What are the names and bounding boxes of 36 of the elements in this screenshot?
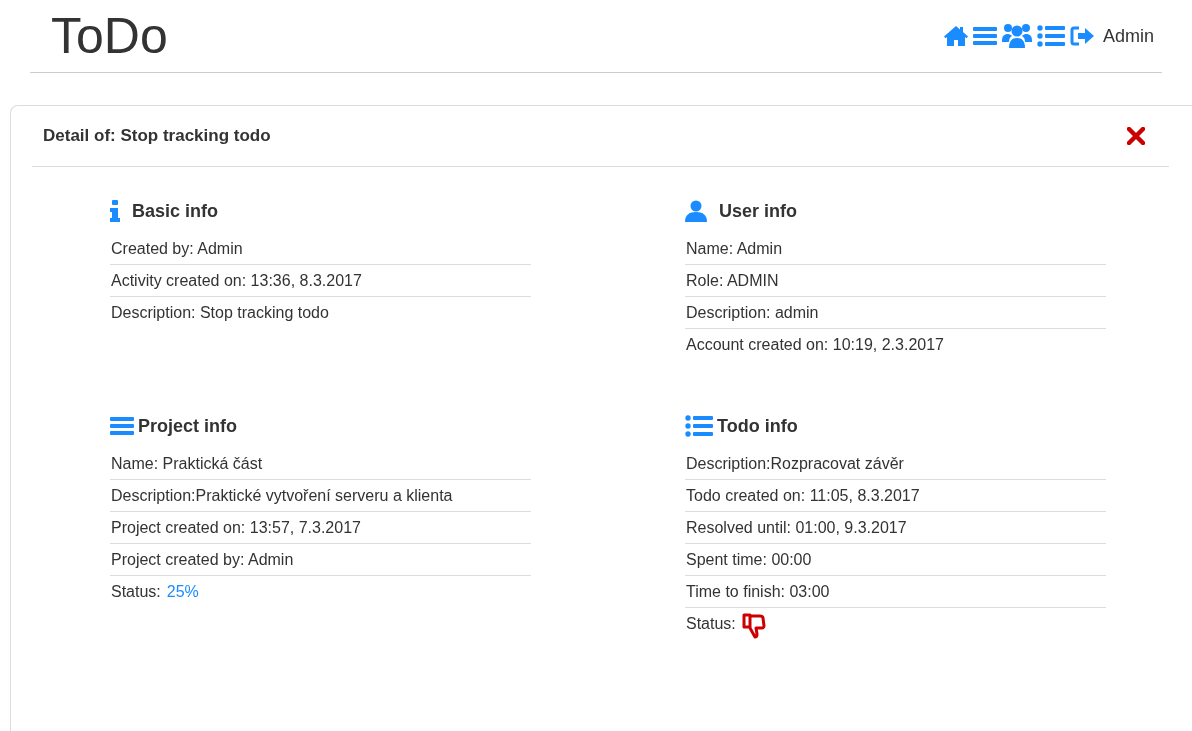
info-text: Name: Praktická část bbox=[111, 454, 263, 473]
info-text: Description: Stop tracking todo bbox=[111, 303, 329, 322]
info-text: Project created on: 13:57, 7.3.2017 bbox=[111, 518, 361, 537]
close-icon[interactable] bbox=[1127, 127, 1145, 145]
status-value: 25% bbox=[166, 582, 199, 601]
info-text: Spent time: 00:00 bbox=[686, 550, 812, 569]
users-icon[interactable] bbox=[1001, 23, 1032, 49]
section-title: Todo info bbox=[717, 415, 798, 437]
list-icon[interactable] bbox=[685, 415, 713, 437]
list-icon[interactable] bbox=[1036, 25, 1065, 47]
info-icon bbox=[110, 200, 120, 222]
info-text: Name: Admin bbox=[686, 239, 783, 258]
info-text: Project created by: Admin bbox=[111, 550, 294, 569]
info-text: Time to finish: 03:00 bbox=[686, 582, 830, 601]
section-title: Basic info bbox=[132, 200, 219, 222]
home-icon[interactable] bbox=[943, 25, 968, 47]
menu-icon[interactable] bbox=[110, 416, 134, 436]
app-title: ToDo bbox=[51, 11, 168, 61]
menu-icon[interactable] bbox=[972, 26, 997, 46]
info-text: Account created on: 10:19, 2.3.2017 bbox=[686, 335, 944, 354]
info-text: Status: bbox=[111, 582, 161, 601]
info-text: Resolved until: 01:00, 9.3.2017 bbox=[686, 518, 907, 537]
info-text: Description:Rozpracovat závěr bbox=[686, 454, 904, 473]
logout-icon[interactable] bbox=[1069, 25, 1094, 47]
info-text: Description:Praktické vytvoření serveru a klienta bbox=[111, 486, 453, 505]
info-text: Todo created on: 11:05, 8.3.2017 bbox=[686, 486, 920, 505]
user-link[interactable]: Admin bbox=[1102, 25, 1154, 47]
info-text: Description: admin bbox=[686, 303, 819, 322]
user-icon bbox=[685, 200, 707, 222]
info-text: Created by: Admin bbox=[111, 239, 243, 258]
info-text: Role: ADMIN bbox=[686, 271, 779, 290]
section-title: Project info bbox=[138, 415, 237, 437]
detail-title: Detail of: Stop tracking todo bbox=[43, 126, 271, 146]
info-text: Status: bbox=[686, 614, 736, 633]
info-text: Activity created on: 13:36, 8.3.2017 bbox=[111, 271, 362, 290]
section-title: User info bbox=[719, 200, 797, 222]
